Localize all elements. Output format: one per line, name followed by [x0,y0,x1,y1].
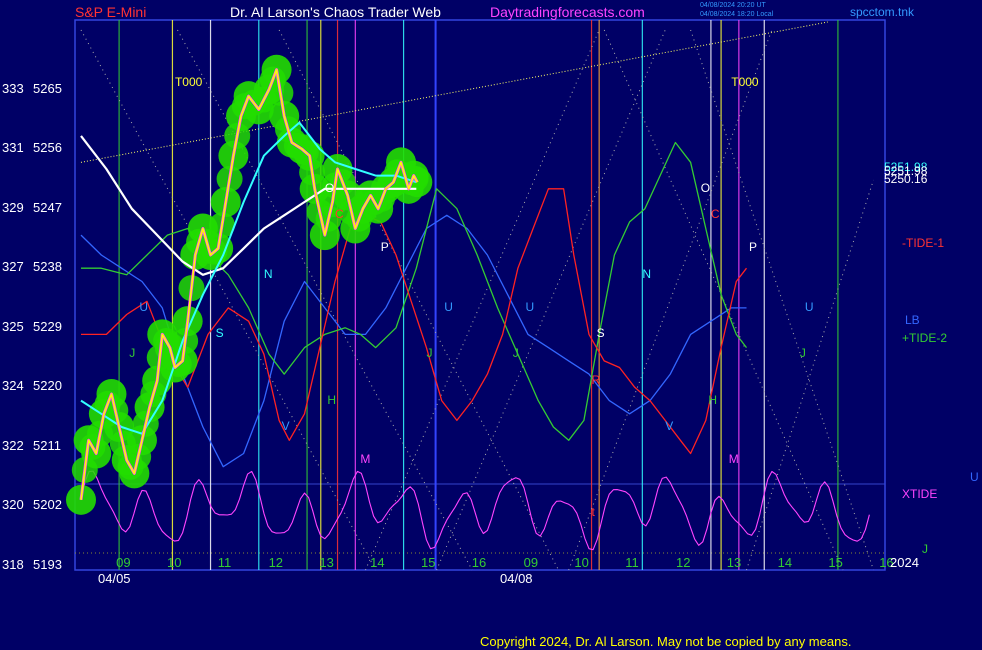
cycle-annotation: J [426,346,433,361]
y-tick-price: 5193 [33,557,62,572]
y-tick-price: 5265 [33,80,62,96]
y-tick-price: 5238 [33,259,62,275]
cycle-annotation: C [335,207,344,222]
x-hour-tick: 16 [471,555,487,570]
y-tick-left: 320 [2,497,24,513]
legend-xtide: XTIDE [902,487,938,501]
cycle-annotation: M [360,452,371,467]
x-hour-tick: 10 [166,555,182,570]
y-tick-price: 5211 [33,437,61,453]
symbol-title: S&P E-Mini [75,4,147,20]
y-tick-left: 322 [2,437,24,453]
x-hour-tick: 11 [625,555,639,570]
y-tick-price: 5229 [33,318,62,334]
y-tick-left: 331 [2,140,24,156]
legend-tide1: -TIDE-1 [902,236,944,250]
cycle-annotation: O [700,180,711,195]
x-hour-tick: 15 [420,555,436,570]
cycle-annotation: P [380,240,389,255]
y-tick-left: 325 [2,318,24,334]
legend-lb: LB [905,313,920,327]
cycle-annotation: N [263,266,273,281]
x-hour-tick: 09 [523,555,539,570]
y-tick-left: 324 [2,378,24,394]
y-tick-left: 333 [2,80,24,96]
cycle-annotation: V [281,419,290,434]
x-hour-tick: 13 [726,555,742,570]
y-tick-price: 5202 [33,497,62,513]
cycle-annotation: J [512,346,519,361]
cycle-annotation: N [642,266,651,281]
x-hour-tick: 14 [777,555,793,570]
cycle-annotation: J [799,346,806,361]
year-label: 2024 [890,555,919,570]
x-hour-tick: 15 [828,555,843,570]
cycle-annotation: J [129,346,136,361]
x-hour-tick: 09 [116,555,131,570]
cycle-annotation: C [710,207,720,222]
dotted-diagonal [365,29,600,571]
x-hour-tick: 11 [217,555,232,570]
x-hour-tick: 12 [268,555,284,570]
x-hour-tick: 13 [319,555,334,570]
edge-label-j: J [922,542,928,556]
cycle-annotation: V [665,419,674,434]
author-title: Dr. Al Larson's Chaos Trader Web [230,4,441,20]
cycle-annotation: T000 [731,74,759,89]
cycle-annotation: H [708,392,718,407]
chart-plot [66,19,886,571]
x-hour-tick: 14 [370,555,385,570]
cycle-annotation: R [591,372,601,387]
moving-average-fast [80,121,417,435]
cycle-annotation: t [591,505,595,520]
cycle-annotation: M [728,452,739,467]
cycle-annotation: S [215,326,224,341]
cycle-annotation: P [749,240,758,255]
cycle-annotation: O [324,180,335,195]
dotted-diagonal [436,29,666,571]
last-ma-label: 5250.16 [884,172,928,186]
x-date-label: 04/08 [500,571,533,586]
y-tick-price: 5220 [33,378,62,394]
cycle-annotation: U [525,299,535,314]
cycle-annotation: S [596,326,605,341]
cycle-annotation: U [139,299,149,314]
site-title: Daytradingforecasts.com [490,4,645,20]
dotted-diagonal [746,179,874,571]
dotted-diagonal [177,29,473,571]
y-tick-price: 5247 [33,199,62,215]
x-hour-tick: 12 [675,555,691,570]
cycle-annotation: U [804,299,814,314]
cycle-annotation: H [327,392,337,407]
timestamp-local: 04/08/2024 18:20 Local [700,11,774,18]
y-tick-left: 329 [2,199,24,215]
legend-tide2: +TIDE-2 [902,331,948,345]
y-tick-price: 5256 [33,140,62,156]
copyright: Copyright 2024, Dr. Al Larson. May not b… [480,634,852,649]
file-name: spcctom.tnk [850,5,915,19]
x-date-label: 04/05 [98,571,131,586]
y-tick-left: 327 [2,259,24,275]
x-hour-tick: 10 [574,555,589,570]
trend-line [80,21,828,163]
timestamp-ut: 04/08/2024 20:20 UT [700,2,766,9]
series-xtide-line [80,470,870,551]
cycle-annotation: T000 [174,74,203,89]
cycle-annotation: U [444,299,453,314]
edge-label-u: U [970,470,979,484]
y-tick-left: 318 [2,557,24,572]
